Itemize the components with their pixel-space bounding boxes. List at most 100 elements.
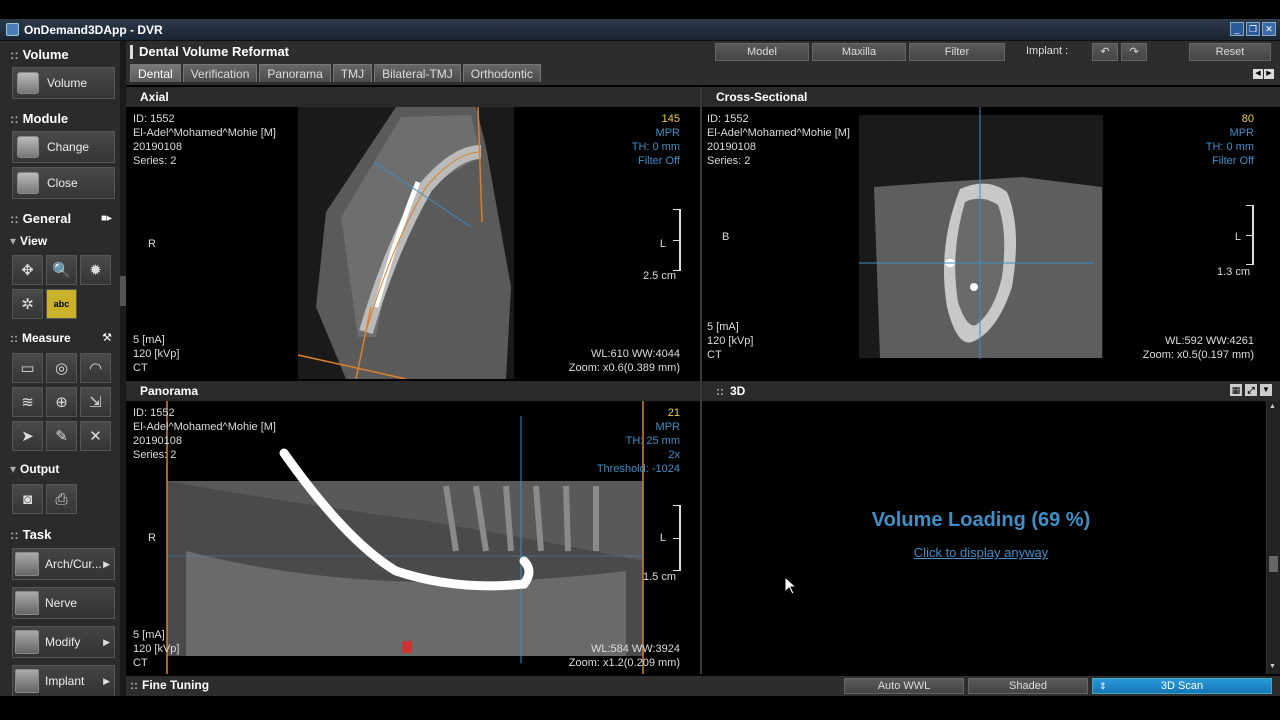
change-button[interactable]: Change xyxy=(12,131,115,163)
axial-title: Axial xyxy=(126,87,700,107)
volume-button[interactable]: Volume xyxy=(12,67,115,99)
brightness-icon[interactable]: ✹ xyxy=(80,255,111,285)
measure-tools-row-3: ➤ ✎ ✕ xyxy=(12,421,111,451)
redo-icon[interactable]: ↷ xyxy=(1121,43,1147,61)
3d-scan-dropdown[interactable]: ⇕ 3D Scan xyxy=(1092,678,1272,694)
3d-viewport[interactable]: :: 3D ▦ ⤢ ▼ Volume Loading (69 %) Click t… xyxy=(702,381,1280,674)
auto-wwl-button[interactable]: Auto WWL xyxy=(844,678,964,694)
delete-measure-icon[interactable]: ✕ xyxy=(80,421,111,451)
tab-dental[interactable]: Dental xyxy=(130,64,181,82)
filter-button[interactable]: Filter xyxy=(909,43,1005,61)
task-label: Implant xyxy=(45,674,85,688)
close-button-label: Close xyxy=(47,176,78,190)
measure-settings-icon[interactable]: ⚒ xyxy=(102,329,112,347)
rotate-icon[interactable]: ✲ xyxy=(12,289,43,319)
cross-window-level: WL:592 WW:4261 Zoom: x0.5(0.197 mm) xyxy=(1142,335,1254,361)
tab-verification[interactable]: Verification xyxy=(182,64,258,82)
window-controls: _ ❐ ✕ xyxy=(1230,22,1276,36)
volume-loading-text: Volume Loading (69 %) xyxy=(871,509,1091,531)
module-section-header: :: Module xyxy=(10,111,69,126)
spin-arrows-icon: ⇕ xyxy=(1099,681,1107,691)
display-anyway-link[interactable]: Click to display anyway xyxy=(702,545,1280,560)
shaded-button[interactable]: Shaded xyxy=(968,678,1088,694)
tab-panorama[interactable]: Panorama xyxy=(259,64,331,82)
task-section-header: :: Task xyxy=(10,527,52,542)
undo-icon[interactable]: ↶ xyxy=(1092,43,1118,61)
output-tools-row: ◙ ⎙ xyxy=(12,484,77,514)
cross-sectional-viewport[interactable]: Cross-Sectional ID: 1552 El-Adel^Mohamed… xyxy=(702,87,1280,379)
viewport-divider[interactable] xyxy=(700,87,702,674)
implant-task-button[interactable]: Implant ▶ xyxy=(12,665,115,697)
3d-scan-label: 3D Scan xyxy=(1160,680,1204,692)
camera-icon[interactable]: ◙ xyxy=(12,484,43,514)
measure-tools-row-1: ▭ ◎ ◠ xyxy=(12,353,111,383)
modify-task-button[interactable]: Modify ▶ xyxy=(12,626,115,658)
tab-bar: Dental Verification Panorama TMJ Bilater… xyxy=(130,64,541,82)
reset-button[interactable]: Reset xyxy=(1189,43,1271,61)
profile-icon[interactable]: ≋ xyxy=(12,387,43,417)
bottom-strip xyxy=(0,696,1280,720)
density-icon[interactable]: ◎ xyxy=(46,353,77,383)
tab-tmj[interactable]: TMJ xyxy=(332,64,373,82)
measure-subsection-header[interactable]: :: Measure ⚒ xyxy=(0,329,120,347)
zoom-icon[interactable]: 🔍 xyxy=(46,255,77,285)
scroll-down-icon[interactable]: ▼ xyxy=(1269,663,1278,672)
nerve-task-button[interactable]: Nerve xyxy=(12,587,115,619)
panorama-mpr-info: MPR TH: 25 mm 2x Threshold: -1024 xyxy=(596,421,680,475)
axial-slice-number: 145 xyxy=(661,113,680,125)
cross-slice-number: 80 xyxy=(1241,113,1254,125)
fine-tuning-label: Fine Tuning xyxy=(142,678,210,692)
axial-window-level: WL:610 WW:4044 Zoom: x0.6(0.389 mm) xyxy=(568,348,680,374)
implant-label: Implant : xyxy=(1026,45,1069,57)
fine-tuning-header[interactable]: :: Fine Tuning xyxy=(130,678,209,692)
scroll-thumb[interactable] xyxy=(1269,556,1278,572)
layout-grid-icon[interactable]: ▦ xyxy=(1230,384,1242,396)
scroll-up-icon[interactable]: ▲ xyxy=(1269,403,1278,412)
close-module-button[interactable]: Close xyxy=(12,167,115,199)
tab-prev-icon[interactable]: ◀ xyxy=(1253,69,1263,79)
task-section-label: Task xyxy=(22,527,52,542)
close-icon[interactable]: ✕ xyxy=(1262,22,1276,36)
view-subsection-header[interactable]: ▾ View xyxy=(0,232,120,250)
annotation-text-icon[interactable]: abc xyxy=(46,289,77,319)
roi-icon[interactable]: ⊕ xyxy=(46,387,77,417)
restore-icon[interactable]: ❐ xyxy=(1246,22,1260,36)
panorama-scale-bar xyxy=(673,505,681,571)
maxilla-button[interactable]: Maxilla xyxy=(812,43,906,61)
pencil-icon[interactable]: ✎ xyxy=(46,421,77,451)
cross-scale-bar xyxy=(1246,205,1254,265)
expand-arrow-icon: ▶ xyxy=(103,558,110,569)
change-icon xyxy=(17,136,39,158)
axial-viewport[interactable]: Axial ID: 1552 El-Adel^Mohamed^Mohie [M]… xyxy=(126,87,700,379)
panorama-slice-number: 21 xyxy=(667,407,680,419)
3d-scrollbar[interactable]: ▲ ▼ xyxy=(1266,401,1280,674)
angle-icon[interactable]: ◠ xyxy=(80,353,111,383)
arch-curve-task-button[interactable]: Arch/Cur... ▶ xyxy=(12,548,115,580)
pointer-icon[interactable]: ➤ xyxy=(12,421,43,451)
view-tools-row-2: ✲ abc xyxy=(12,289,77,319)
general-menu-icon[interactable]: ■▸ xyxy=(101,209,112,229)
arrow-annotation-icon[interactable]: ⇲ xyxy=(80,387,111,417)
tab-bilateral-tmj[interactable]: Bilateral-TMJ xyxy=(374,64,461,82)
close-module-icon xyxy=(17,172,39,194)
pan-icon[interactable]: ✥ xyxy=(12,255,43,285)
ruler-icon[interactable]: ▭ xyxy=(12,353,43,383)
print-icon[interactable]: ⎙ xyxy=(46,484,77,514)
app-icon xyxy=(6,23,19,36)
output-subsection-header[interactable]: ▾ Output xyxy=(0,460,120,478)
tab-next-icon[interactable]: ▶ xyxy=(1264,69,1274,79)
dropdown-icon[interactable]: ▼ xyxy=(1260,384,1272,396)
3d-title: :: 3D ▦ ⤢ ▼ xyxy=(702,381,1280,401)
tab-orthodontic[interactable]: Orthodontic xyxy=(462,64,541,82)
volume-section-label: Volume xyxy=(22,47,69,62)
maximize-icon[interactable]: ⤢ xyxy=(1245,384,1257,396)
panorama-viewport[interactable]: Panorama ID: 1552 El-Adel^Mohamed^Mohie … xyxy=(126,381,700,674)
arch-curve-icon xyxy=(15,552,39,576)
axial-mpr-info: MPR TH: 0 mm Filter Off xyxy=(631,127,680,167)
model-button[interactable]: Model xyxy=(715,43,809,61)
top-strip xyxy=(0,0,1280,19)
axial-orient-left: R xyxy=(148,238,156,250)
axial-scale-label: 2.5 cm xyxy=(642,270,676,282)
general-section-header: :: General ■▸ xyxy=(0,209,120,229)
minimize-icon[interactable]: _ xyxy=(1230,22,1244,36)
